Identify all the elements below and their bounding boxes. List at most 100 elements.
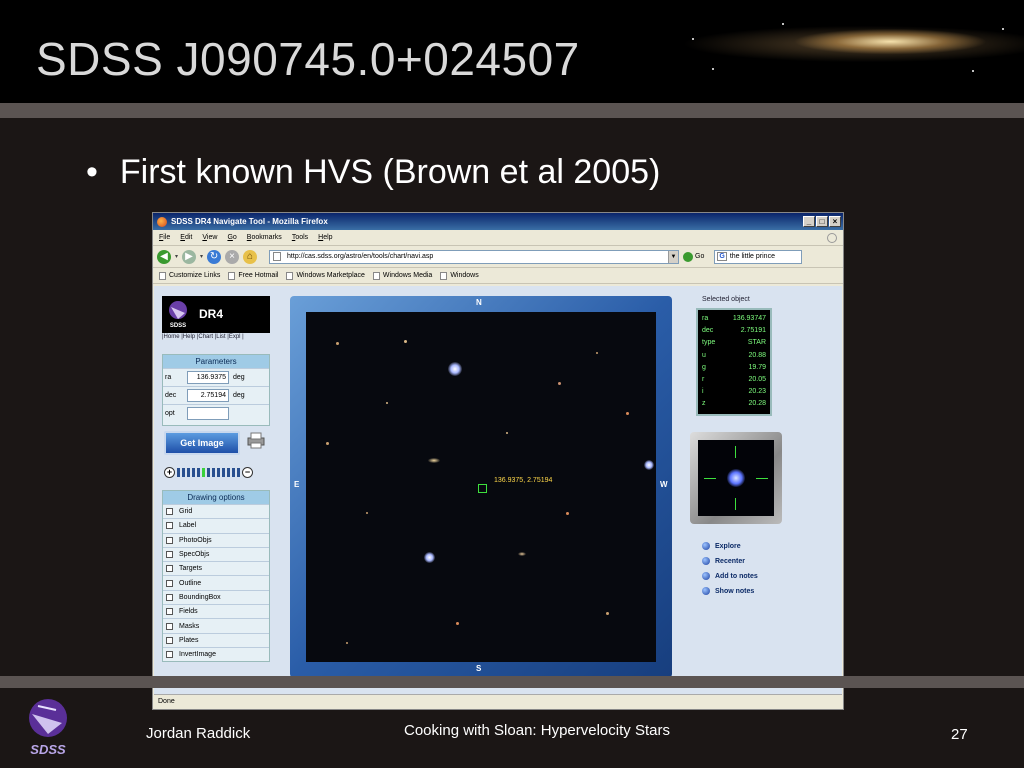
zoom-ticks[interactable] bbox=[177, 467, 240, 477]
bookmark-windows-marketplace[interactable]: Windows Marketplace bbox=[286, 271, 365, 280]
option-label[interactable]: Label bbox=[163, 518, 269, 532]
checkbox[interactable] bbox=[166, 608, 173, 616]
zoom-out-icon[interactable]: − bbox=[242, 466, 253, 478]
object-row-r: r 20.05 bbox=[702, 375, 766, 383]
checkbox[interactable] bbox=[166, 636, 173, 644]
galaxy-banner-image bbox=[672, 8, 1024, 88]
star bbox=[456, 622, 459, 625]
menu-help[interactable]: Help bbox=[318, 234, 332, 241]
dec-input[interactable]: 2.75194 bbox=[187, 389, 229, 402]
checkbox[interactable] bbox=[166, 551, 173, 559]
bookmark-windows-media[interactable]: Windows Media bbox=[372, 271, 432, 280]
zoom-slider[interactable]: + − bbox=[164, 466, 253, 478]
option-grid[interactable]: Grid bbox=[163, 504, 269, 518]
bookmark-free-hotmail[interactable]: Free Hotmail bbox=[228, 271, 278, 280]
action-show-notes[interactable]: Show notes bbox=[702, 587, 754, 595]
bookmark-customize-links[interactable]: Customize Links bbox=[159, 271, 220, 280]
menu-tools[interactable]: Tools bbox=[292, 234, 308, 241]
address-dropdown-icon[interactable]: ▼ bbox=[668, 250, 679, 263]
object-cutout-image[interactable] bbox=[698, 440, 774, 516]
opt-input[interactable] bbox=[187, 407, 229, 420]
close-button[interactable]: × bbox=[829, 216, 841, 227]
option-plates[interactable]: Plates bbox=[163, 632, 269, 647]
target-marker[interactable] bbox=[478, 484, 487, 493]
option-masks[interactable]: Masks bbox=[163, 618, 269, 632]
sky-image[interactable]: 136.9375, 2.75194 bbox=[306, 312, 656, 662]
stop-icon[interactable]: × bbox=[225, 249, 240, 264]
object-row-z: z 20.28 bbox=[702, 400, 766, 408]
print-icon[interactable] bbox=[246, 431, 266, 449]
compass-west: W bbox=[660, 480, 668, 489]
window-controls: _ □ × bbox=[803, 216, 841, 227]
ra-input[interactable]: 136.9375 bbox=[187, 371, 229, 384]
zoom-level-tick[interactable] bbox=[207, 467, 210, 477]
bookmark-windows[interactable]: Windows bbox=[440, 271, 479, 280]
menu-edit[interactable]: Edit bbox=[180, 234, 192, 241]
menu-view[interactable]: View bbox=[202, 234, 217, 241]
action-add-to-notes[interactable]: Add to notes bbox=[702, 572, 758, 580]
menu-bookmarks[interactable]: Bookmarks bbox=[247, 234, 282, 241]
star bbox=[644, 460, 654, 470]
zoom-level-tick[interactable] bbox=[222, 467, 225, 477]
dr4-logo[interactable]: SDSS DR4 bbox=[162, 296, 270, 333]
back-arrow-icon[interactable]: ◀ bbox=[157, 249, 171, 264]
forward-dropdown-icon[interactable]: ▾ bbox=[200, 253, 203, 260]
zoom-level-tick[interactable] bbox=[202, 467, 205, 477]
zoom-in-icon[interactable]: + bbox=[164, 466, 175, 478]
add-to-notes-icon bbox=[702, 572, 710, 580]
go-icon bbox=[683, 251, 694, 262]
google-search-icon[interactable]: G bbox=[717, 252, 727, 261]
selected-object-heading: Selected object bbox=[702, 296, 750, 303]
zoom-level-tick[interactable] bbox=[187, 467, 190, 477]
checkbox[interactable] bbox=[166, 579, 173, 587]
zoom-level-tick[interactable] bbox=[192, 467, 195, 477]
maximize-button[interactable]: □ bbox=[816, 216, 828, 227]
zoom-level-tick[interactable] bbox=[227, 467, 230, 477]
option-fields[interactable]: Fields bbox=[163, 604, 269, 618]
checkbox[interactable] bbox=[166, 565, 173, 573]
reload-icon[interactable]: ↻ bbox=[207, 249, 222, 264]
zoom-level-tick[interactable] bbox=[232, 467, 235, 477]
zoom-level-tick[interactable] bbox=[197, 467, 200, 477]
opt-label: opt bbox=[165, 410, 175, 417]
option-photoobjs[interactable]: PhotoObjs bbox=[163, 532, 269, 547]
option-invertimage[interactable]: InvertImage bbox=[163, 646, 269, 661]
checkbox[interactable] bbox=[166, 508, 173, 516]
zoom-level-tick[interactable] bbox=[237, 467, 240, 477]
checkbox[interactable] bbox=[166, 536, 173, 544]
menu-file[interactable]: File bbox=[159, 234, 170, 241]
option-targets[interactable]: Targets bbox=[163, 561, 269, 575]
slide-title: SDSS J090745.0+024507 bbox=[36, 33, 580, 85]
zoom-level-tick[interactable] bbox=[182, 467, 185, 477]
bookmark-page-icon bbox=[159, 271, 166, 280]
parameters-panel: Parameters ra 136.9375 deg dec 2.75194 d… bbox=[162, 354, 270, 426]
checkbox[interactable] bbox=[166, 593, 173, 601]
search-input[interactable]: G the little prince bbox=[714, 249, 803, 264]
star bbox=[386, 402, 388, 404]
checkbox[interactable] bbox=[166, 522, 173, 530]
go-button[interactable]: Go bbox=[683, 251, 705, 262]
zoom-level-tick[interactable] bbox=[217, 467, 220, 477]
zoom-level-tick[interactable] bbox=[177, 467, 180, 477]
back-dropdown-icon[interactable]: ▾ bbox=[175, 253, 178, 260]
option-specobjs[interactable]: SpecObjs bbox=[163, 546, 269, 561]
recenter-icon bbox=[702, 557, 710, 565]
option-outline[interactable]: Outline bbox=[163, 575, 269, 589]
zoom-level-tick[interactable] bbox=[212, 467, 215, 477]
action-explore[interactable]: Explore bbox=[702, 542, 741, 550]
window-titlebar: SDSS DR4 Navigate Tool - Mozilla Firefox… bbox=[153, 213, 843, 230]
tool-nav-links[interactable]: |Home |Help |Chart |List |Expl | bbox=[162, 334, 244, 340]
action-recenter[interactable]: Recenter bbox=[702, 557, 745, 565]
param-row-opt: opt bbox=[163, 404, 269, 422]
get-image-button[interactable]: Get Image bbox=[164, 431, 240, 455]
menu-go[interactable]: Go bbox=[227, 234, 236, 241]
go-label: Go bbox=[695, 253, 705, 260]
address-bar[interactable]: http://cas.sdss.org/astro/en/tools/chart… bbox=[269, 249, 680, 264]
checkbox[interactable] bbox=[166, 622, 173, 630]
forward-arrow-icon[interactable]: ▶ bbox=[182, 249, 197, 264]
minimize-button[interactable]: _ bbox=[803, 216, 815, 227]
checkbox[interactable] bbox=[166, 651, 173, 659]
home-icon[interactable]: ⌂ bbox=[243, 249, 258, 264]
bookmarks-toolbar: Customize Links Free Hotmail Windows Mar… bbox=[153, 268, 843, 284]
option-boundingbox[interactable]: BoundingBox bbox=[163, 589, 269, 604]
